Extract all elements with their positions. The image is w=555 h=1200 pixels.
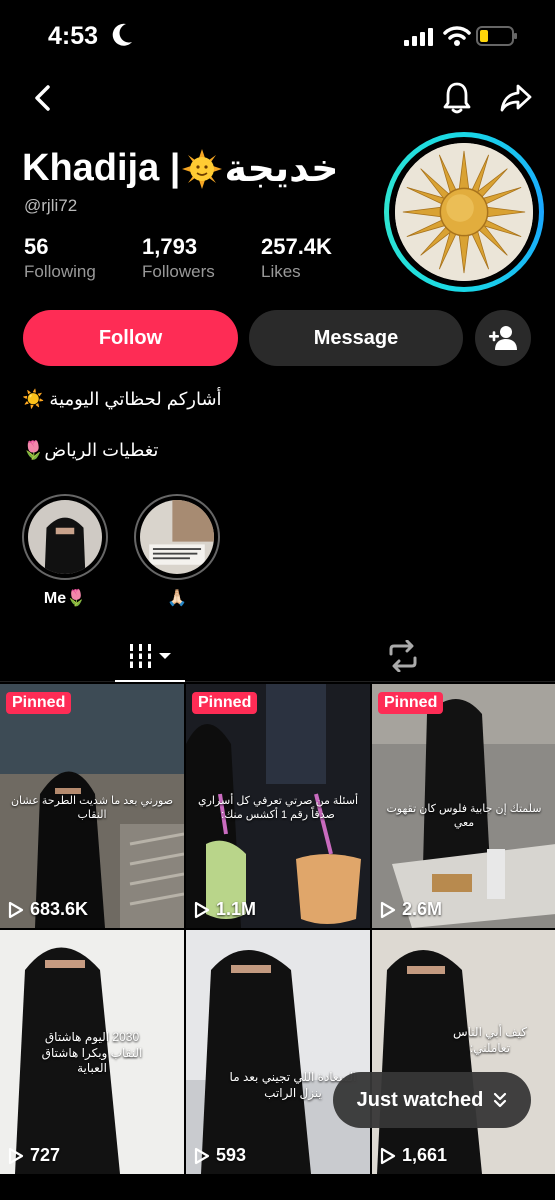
view-count-value: 2.6M [402,899,443,919]
video-grid-icon [128,644,171,668]
video-tile[interactable]: 2030 اليوم هاشتاق النقاب وبكرا هاشتاق ال… [0,930,184,1174]
pinned-badge: Pinned [6,692,72,714]
highlight-prayer-label: 🙏🏻 [167,590,187,607]
video-caption: 2030 اليوم هاشتاق النقاب وبكرا هاشتاق ال… [41,1030,143,1076]
video-tile[interactable]: Pinned أسئلة من صرتي تعرفي كل أسراري صدق… [186,684,370,928]
content-tabs [0,630,555,682]
double-chevron-down-icon [494,1092,507,1108]
view-count-value: 683.6K [30,899,89,919]
signal-icon [404,28,433,46]
followers-stat[interactable]: 1,793 Followers [142,234,215,282]
play-icon [8,901,24,918]
profile-name-arabic: خديجة [224,148,339,190]
following-label: Following [24,262,96,281]
moon-icon [112,23,132,46]
sun-face-icon [182,148,223,189]
play-icon [194,901,210,918]
tab-reposts[interactable] [385,640,421,672]
likes-count: 257.4K [261,234,332,259]
just-watched-label: Just watched [356,1088,484,1111]
likes-stat[interactable]: 257.4K Likes [261,234,332,282]
notification-button[interactable] [440,80,474,116]
view-count: 727 [8,1145,60,1166]
view-count-value: 1.1M [216,899,257,919]
pinned-badge: Pinned [378,692,444,714]
just-watched-button[interactable]: Just watched [333,1072,531,1128]
following-stat[interactable]: 56 Following [24,234,96,282]
video-tile[interactable]: السعادة اللي تجيني بعد ما ينزل الراتب 59… [186,930,370,1174]
tab-videos[interactable] [115,630,185,682]
video-thumbnail [186,930,370,1174]
avatar[interactable] [384,132,544,292]
golden-sun-avatar-image [395,143,533,281]
video-caption: صورني بعد ما شديت الطرحة عشان النقاب [10,795,174,822]
video-caption: سلمتك إن جابية فلوس كان تقهوت معي [386,803,542,830]
likes-label: Likes [261,262,301,281]
view-count-value: 727 [30,1145,61,1165]
view-count: 1.1M [194,899,256,920]
message-button[interactable]: Message [249,310,463,366]
wifi-icon [443,26,471,46]
view-count-value: 593 [216,1145,247,1165]
bell-icon [443,82,471,114]
highlight-me-image [28,500,102,574]
highlight-me-label: Me🌷 [43,590,87,607]
highlight-prayer[interactable]: 🙏🏻 [134,494,220,608]
status-bar: 4:53 [0,0,555,70]
back-button[interactable] [26,82,58,114]
view-count: 1,661 [380,1145,447,1166]
followers-label: Followers [142,262,215,281]
video-tile[interactable]: Pinned سلمتك إن جابية فلوس كان تقهوت معي… [372,684,555,928]
followers-count: 1,793 [142,234,198,259]
profile-name: Khadija | خديجة [22,146,339,191]
share-button[interactable] [498,80,534,116]
play-icon [8,1147,24,1164]
highlight-prayer-image [140,500,214,574]
bio-line-1: أشاركم لحظاتي اليومية ☀️ [22,389,222,409]
play-icon [380,901,396,918]
video-caption: أسئلة من صرتي تعرفي كل أسراري صدقاً رقم … [197,795,359,822]
video-tile[interactable]: Pinned صورني بعد ما شديت الطرحة عشان الن… [0,684,184,928]
video-tile[interactable]: كيف أبي الناس تعاملني: 1,661 [372,930,555,1174]
play-icon [380,1147,396,1164]
bio-line-2: تغطيات الرياض🌷 [22,440,159,460]
view-count: 683.6K [8,899,88,920]
chevron-left-icon [35,85,50,111]
profile-name-latin: Khadija | [22,147,181,189]
tab-active-indicator [115,680,185,682]
video-caption: كيف أبي الناس تعاملني: [452,1025,527,1055]
battery-icon [476,26,517,46]
add-friend-button[interactable] [475,310,531,366]
follow-button[interactable]: Follow [23,310,238,366]
add-user-icon [489,326,517,350]
view-count: 593 [194,1145,246,1166]
view-count-value: 1,661 [402,1145,448,1165]
share-arrow-icon [500,84,532,112]
profile-handle: @rjli72 [24,196,78,215]
status-time: 4:53 [48,22,99,50]
following-count: 56 [24,234,49,259]
play-icon [194,1147,210,1164]
highlight-me[interactable]: Me🌷 [22,494,108,608]
pinned-badge: Pinned [192,692,258,714]
view-count: 2.6M [380,899,442,920]
